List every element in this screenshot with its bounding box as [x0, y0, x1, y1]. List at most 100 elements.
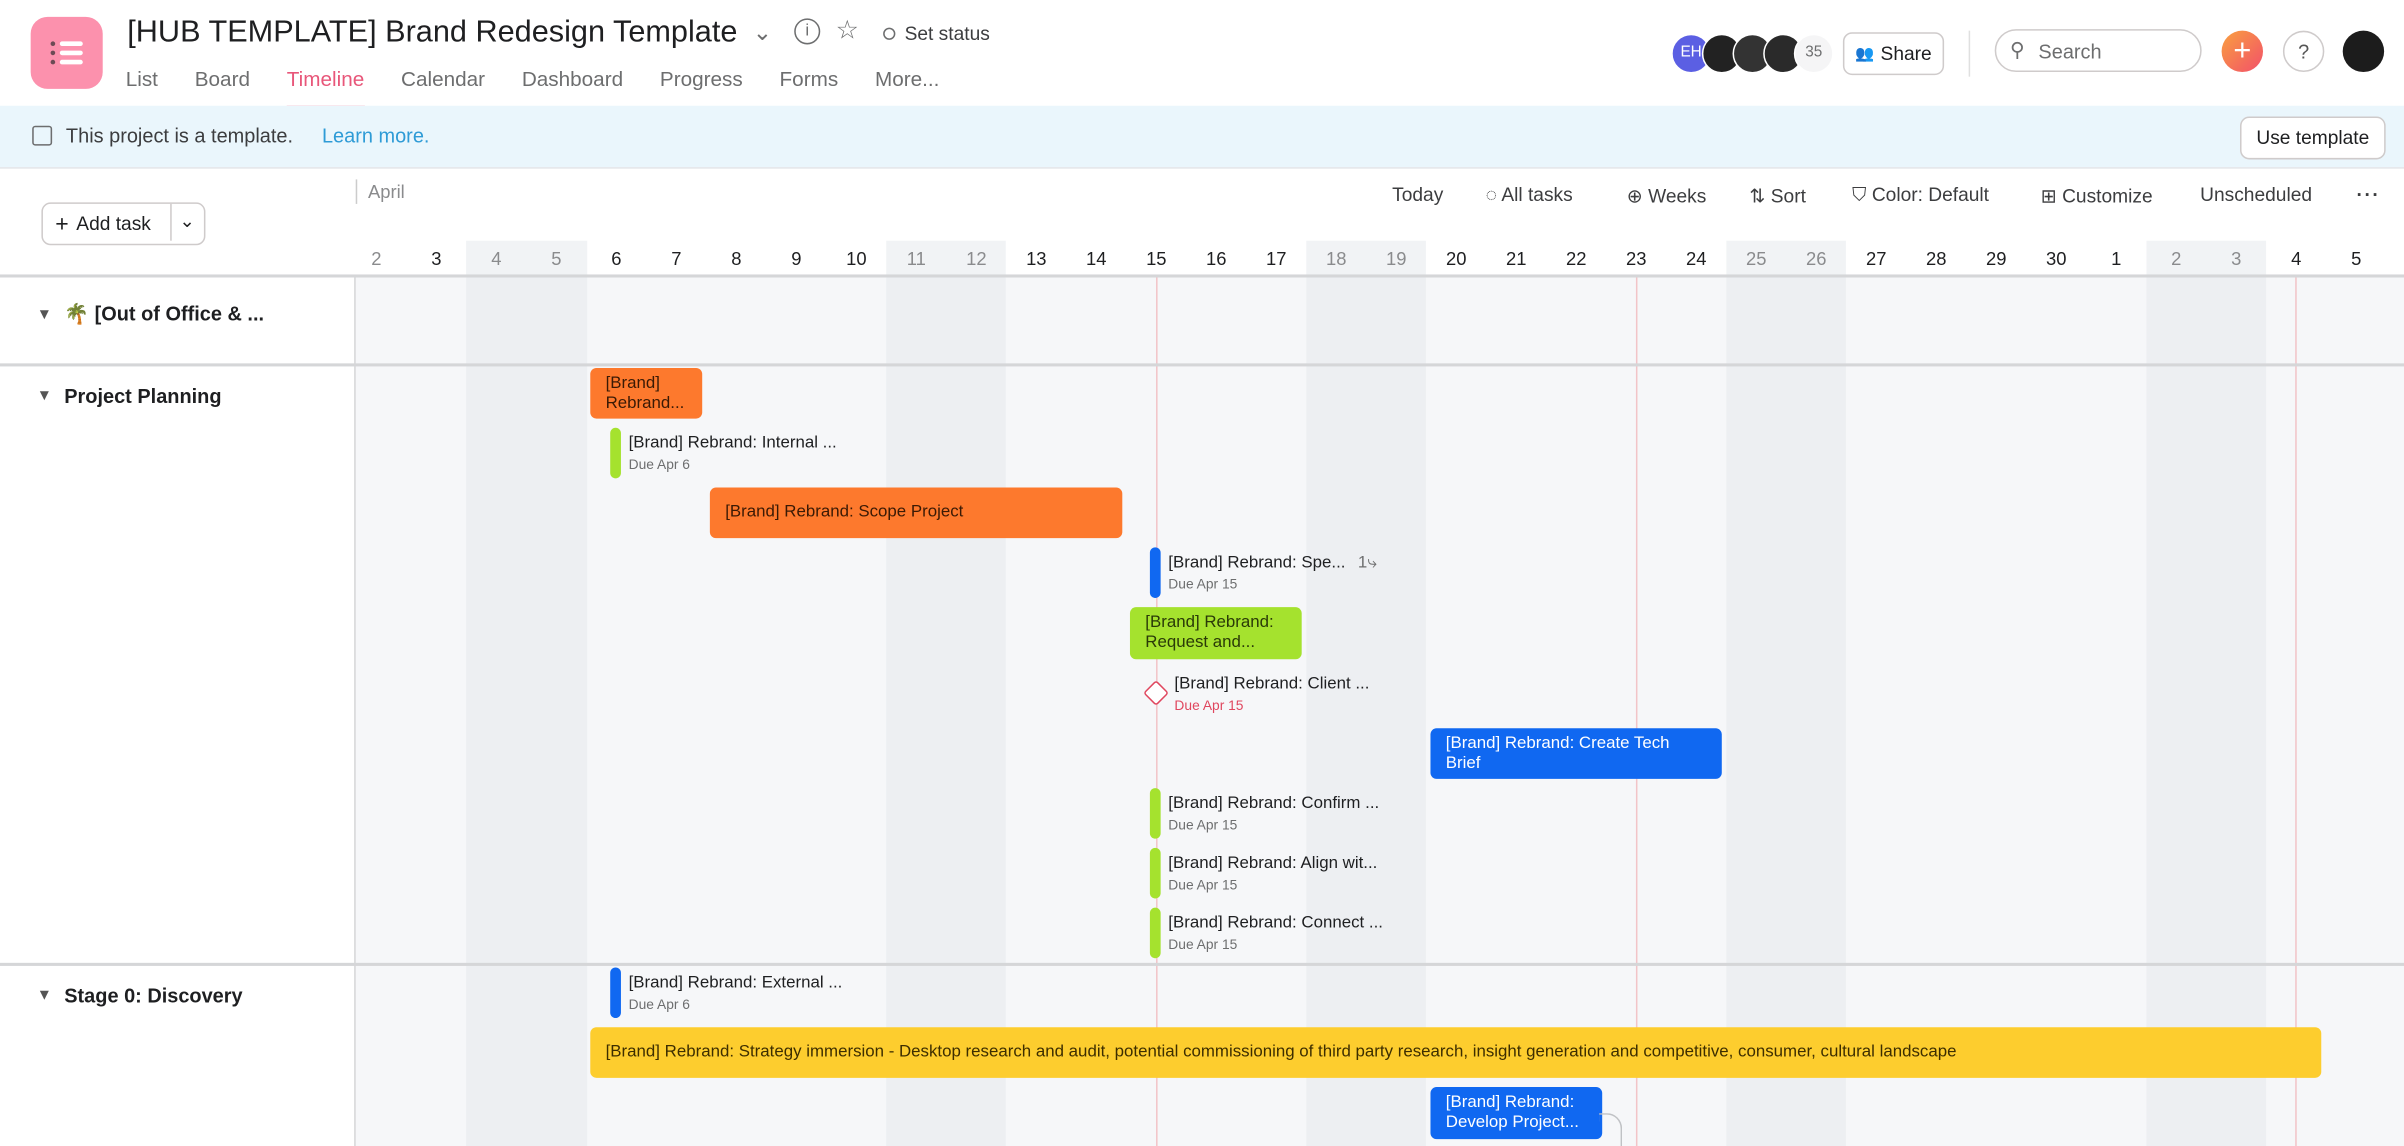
task-label[interactable]: [Brand] Rebrand: Client ... Due Apr 15 [1174, 673, 1369, 716]
date-label: 17 [1266, 248, 1287, 270]
date-label: 15 [1146, 248, 1167, 270]
section-project-planning[interactable]: ▼ Project Planning [37, 385, 222, 408]
task-milestone-pill[interactable] [1149, 847, 1161, 899]
star-icon[interactable]: ☆ [836, 15, 859, 46]
template-banner: This project is a template. Learn more. … [0, 105, 2404, 169]
member-count[interactable]: 35 [1793, 33, 1834, 74]
weekend-shading [2146, 240, 2267, 1146]
task-bar[interactable]: [Brand] Rebrand... [590, 367, 703, 419]
more-options-icon[interactable]: ··· [2357, 184, 2381, 205]
task-due: Due Apr 15 [1168, 817, 1238, 833]
task-bar[interactable]: [Brand] Rebrand: Develop Project... [1430, 1087, 1603, 1140]
date-label: 3 [431, 248, 442, 270]
task-due: Due Apr 15 [1168, 876, 1238, 893]
task-bar[interactable]: [Brand] Rebrand: Create Tech Brief [1430, 728, 1722, 779]
weekend-shading [1726, 240, 1847, 1146]
all-tasks-filter[interactable]: ◌ All tasks [1486, 184, 1573, 205]
tab-progress[interactable]: Progress [660, 67, 743, 108]
weeks-label: Weeks [1648, 185, 1707, 207]
search-input[interactable]: ⚲ Search [1994, 29, 2202, 73]
date-label: 28 [1925, 248, 1947, 270]
section-stage-0-discovery[interactable]: ▼ Stage 0: Discovery [37, 984, 243, 1007]
project-title: [HUB TEMPLATE] Brand Redesign Template [127, 15, 738, 50]
tab-calendar[interactable]: Calendar [401, 67, 485, 108]
date-label: 5 [551, 248, 562, 270]
month-label: April [367, 180, 405, 203]
date-label: 3 [2231, 248, 2242, 270]
set-status-label: Set status [904, 22, 990, 45]
tab-forms[interactable]: Forms [780, 67, 839, 108]
tab-list[interactable]: List [126, 67, 158, 108]
tab-dashboard[interactable]: Dashboard [522, 67, 623, 108]
section-title: Stage 0: Discovery [64, 984, 243, 1008]
set-status-button[interactable]: Set status [883, 23, 990, 44]
people-icon: 👥 [1855, 45, 1875, 63]
section-title: 🌴 [Out of Office & ... [64, 302, 265, 326]
date-label: 22 [1566, 248, 1587, 270]
template-icon [32, 125, 53, 146]
date-label: 6 [611, 248, 622, 270]
paintbrush-icon: ⛉ [1852, 183, 1872, 206]
caret-down-icon[interactable]: ▼ [37, 987, 52, 1004]
color-button[interactable]: ⛉ Color: Default [1852, 184, 1989, 207]
sort-icon: ⇅ [1749, 185, 1771, 207]
quick-add-button[interactable]: + [2221, 30, 2264, 73]
unscheduled-button[interactable]: Unscheduled [2200, 184, 2312, 205]
chevron-down-icon[interactable]: ⌄ [179, 210, 194, 231]
date-label: 24 [1686, 248, 1707, 270]
task-label[interactable]: [Brand] Rebrand: Align wit... Due Apr 15 [1168, 852, 1377, 895]
zoom-weeks-button[interactable]: ⊕ Weeks [1627, 184, 1707, 207]
date-label: 30 [2045, 248, 2067, 270]
task-name: [Brand] Rebrand: Align wit... [1168, 853, 1378, 873]
caret-down-icon[interactable]: ▼ [37, 388, 52, 405]
help-button[interactable]: ? [2282, 30, 2325, 73]
task-label[interactable]: [Brand] Rebrand: Connect ... Due Apr 15 [1168, 912, 1383, 955]
chevron-down-icon[interactable]: ⌄ [753, 18, 772, 46]
task-bar[interactable]: [Brand] Rebrand: Strategy immersion - De… [590, 1027, 2322, 1078]
date-label: 7 [671, 248, 682, 270]
task-label[interactable]: [Brand] Rebrand: External ... Due Apr 6 [629, 972, 843, 1015]
caret-down-icon[interactable]: ▼ [37, 306, 52, 323]
tab-more[interactable]: More... [875, 67, 939, 108]
add-task-button[interactable]: + Add task ⌄ [41, 202, 206, 246]
task-label[interactable]: [Brand] Rebrand: Confirm ... Due Apr 15 [1168, 793, 1379, 836]
task-milestone-pill[interactable] [1149, 788, 1161, 839]
share-label: Share [1880, 42, 1932, 65]
task-milestone-pill[interactable] [610, 427, 621, 479]
divider [354, 275, 356, 1146]
date-label: 16 [1206, 248, 1227, 270]
date-label: 19 [1386, 248, 1407, 270]
learn-more-link[interactable]: Learn more. [322, 124, 429, 147]
date-label: 2 [2171, 248, 2182, 270]
zoom-icon: ⊕ [1626, 185, 1649, 207]
info-icon[interactable]: i [794, 18, 821, 45]
task-milestone-pill[interactable] [1149, 907, 1161, 959]
task-due: Due Apr 15 [1168, 576, 1238, 592]
customize-button[interactable]: ⊞ Customize [2041, 184, 2153, 207]
marker-line [1635, 275, 1638, 1146]
date-label: 4 [491, 248, 502, 270]
divider [0, 363, 2404, 366]
tab-board[interactable]: Board [195, 67, 250, 108]
task-label[interactable]: [Brand] Rebrand: Internal ... Due Apr 6 [629, 432, 837, 475]
divider [0, 962, 2404, 966]
view-tabs: List Board Timeline Calendar Dashboard P… [126, 67, 976, 109]
task-label[interactable]: [Brand] Rebrand: Spe... 1⤷ Due Apr 15 [1168, 552, 1376, 595]
date-label: 12 [966, 248, 987, 270]
task-bar[interactable]: [Brand] Rebrand: Scope Project [709, 487, 1123, 539]
share-button[interactable]: 👥 Share [1842, 32, 1945, 76]
month-divider [355, 179, 358, 204]
tab-timeline[interactable]: Timeline [286, 67, 365, 109]
sort-button[interactable]: ⇅ Sort [1749, 184, 1806, 207]
today-button[interactable]: Today [1392, 184, 1443, 205]
user-avatar[interactable] [2342, 30, 2385, 73]
section-out-of-office[interactable]: ▼ 🌴 [Out of Office & ... [37, 302, 264, 327]
task-milestone-pill[interactable] [610, 967, 621, 1019]
date-label: 4 [2291, 248, 2302, 270]
add-task-label: Add task [76, 213, 151, 235]
task-bar[interactable]: [Brand] Rebrand: Request and... [1129, 607, 1302, 660]
task-milestone-pill[interactable] [1149, 547, 1161, 598]
date-label: 25 [1746, 248, 1767, 270]
weekend-shading [886, 240, 1007, 1146]
use-template-button[interactable]: Use template [2240, 116, 2386, 160]
